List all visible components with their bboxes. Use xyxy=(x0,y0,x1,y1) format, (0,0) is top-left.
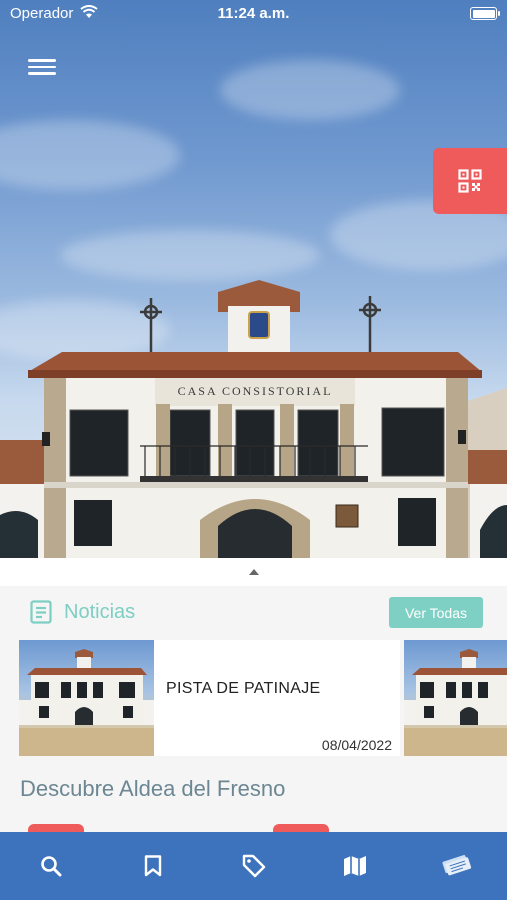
bottom-tab-bar xyxy=(0,832,507,900)
discover-card-stub[interactable] xyxy=(273,824,329,832)
clock: 11:24 a.m. xyxy=(217,5,290,22)
news-card[interactable]: PISTA DE PATINAJE 08/04/2022 xyxy=(19,640,400,756)
news-section-title: Noticias xyxy=(64,600,136,623)
building-sign: CASA CONSISTORIAL xyxy=(178,384,333,398)
search-icon xyxy=(41,856,62,877)
news-thumbnail xyxy=(19,640,154,756)
tab-map[interactable] xyxy=(337,848,373,884)
tag-icon xyxy=(242,854,266,878)
town-hall-building: CASA CONSISTORIAL xyxy=(0,280,507,558)
tab-search[interactable] xyxy=(33,848,69,884)
discover-section-title: Descubre Aldea del Fresno xyxy=(20,776,286,801)
tab-tickets[interactable] xyxy=(438,848,474,884)
see-all-news-button[interactable]: Ver Todas xyxy=(389,597,483,628)
news-section-header: Noticias xyxy=(30,600,135,624)
hamburger-menu-icon[interactable] xyxy=(28,55,56,79)
status-bar: Operador 11:24 a.m. xyxy=(0,0,507,28)
news-thumbnail xyxy=(404,640,507,756)
collapse-handle[interactable] xyxy=(0,558,507,586)
news-card[interactable] xyxy=(404,640,507,756)
tickets-icon xyxy=(442,855,472,876)
home-content: Noticias Ver Todas PISTA DE PATINAJE 08/… xyxy=(0,586,507,832)
map-icon xyxy=(344,856,366,876)
news-date: 08/04/2022 xyxy=(321,737,392,753)
discover-card-stub[interactable] xyxy=(28,824,84,832)
qr-code-icon xyxy=(458,169,482,193)
bookmark-icon xyxy=(144,855,162,877)
tab-bookmarks[interactable] xyxy=(135,848,171,884)
battery-icon xyxy=(470,7,500,20)
news-document-icon xyxy=(30,600,52,624)
tab-offers[interactable] xyxy=(236,848,272,884)
hero-image: CASA CONSISTORIAL Operador 11:24 a.m. xyxy=(0,0,507,558)
news-title: PISTA DE PATINAJE xyxy=(166,680,321,697)
qr-scan-button[interactable] xyxy=(433,148,507,214)
caret-up-icon xyxy=(248,569,259,575)
